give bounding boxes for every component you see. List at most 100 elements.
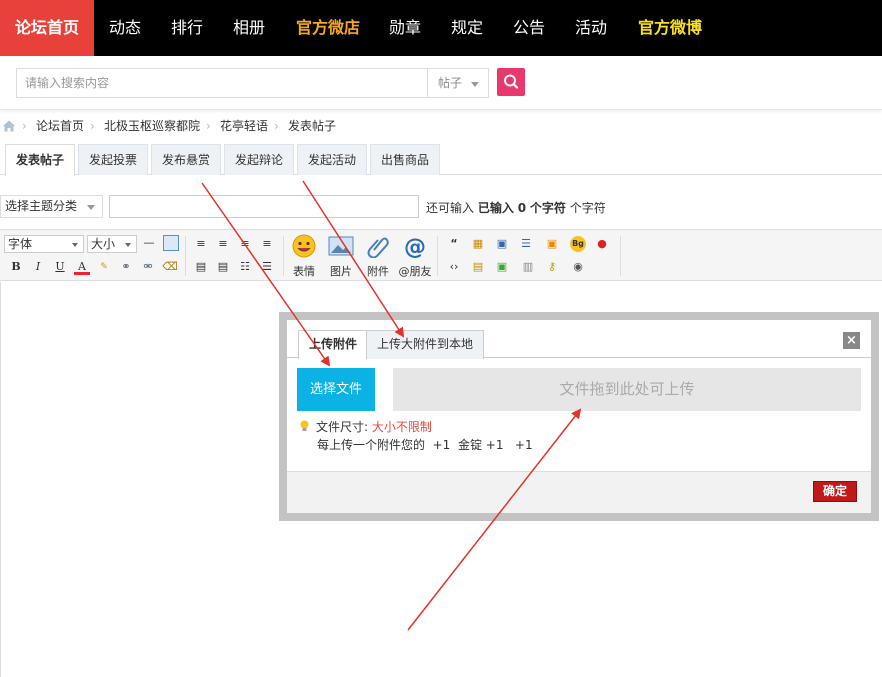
align-justify-icon[interactable]: ≡ [259, 236, 275, 252]
attachment-label: 附件 [367, 265, 389, 278]
breadcrumb-item[interactable]: 论坛首页 [36, 115, 84, 137]
choose-file-button[interactable]: 选择文件 [297, 368, 375, 411]
nav-item-weibo[interactable]: 官方微博 [638, 0, 702, 56]
top-nav: 论坛首页 动态 排行 相册 官方微店 勋章 规定 公告 活动 官方微博 [0, 0, 882, 56]
align-right-icon[interactable]: ≡ [237, 236, 253, 252]
topic-category-label: 选择主题分类 [5, 199, 78, 213]
file-drop-zone[interactable]: 文件拖到此处可上传 [393, 368, 861, 411]
font-family-select[interactable]: 字体 [4, 235, 84, 253]
toolbar-divider [437, 236, 438, 276]
clear-format-icon[interactable]: ⌫ [162, 259, 178, 275]
nav-home[interactable]: 论坛首页 [0, 0, 94, 56]
tab-activity[interactable]: 发起活动 [297, 144, 367, 175]
flash-icon[interactable]: ▥ [520, 259, 536, 275]
mention-button[interactable]: @ @朋友 [397, 234, 433, 279]
lightbulb-icon [300, 420, 309, 431]
tab-reward[interactable]: 发布悬赏 [151, 144, 221, 175]
nav-item-medals[interactable]: 勋章 [389, 0, 421, 56]
font-family-label: 字体 [8, 237, 33, 251]
breadcrumb: › 论坛首页 › 北极玉枢巡察都院 › 花亭轻语 › 发表帖子 [0, 115, 882, 137]
chevron-down-icon [125, 243, 131, 247]
underline-icon[interactable]: U [52, 259, 68, 275]
mention-label: @朋友 [398, 265, 432, 278]
emoticon-label: 表情 [293, 265, 315, 278]
upload-reward-info: 每上传一个附件您的 +1 金锭 +1 +1 [317, 438, 533, 452]
unordered-list-icon[interactable]: ☰ [259, 259, 275, 275]
topic-category-select[interactable]: 选择主题分类 [0, 195, 103, 218]
nav-item-album[interactable]: 相册 [233, 0, 265, 56]
image-label: 图片 [330, 265, 352, 278]
table-icon[interactable] [163, 235, 179, 251]
file-size-label: 文件尺寸: [316, 420, 369, 434]
search-type-label: 帖子 [438, 76, 463, 90]
unlink-icon[interactable]: ⚮ [140, 259, 156, 275]
file-size-info: 文件尺寸: 大小不限制 [299, 418, 432, 435]
tab-new-post[interactable]: 发表帖子 [5, 144, 75, 176]
nav-item-dynamic[interactable]: 动态 [109, 0, 141, 56]
breadcrumb-item[interactable]: 花亭轻语 [220, 115, 268, 137]
tab-sell[interactable]: 出售商品 [370, 144, 440, 175]
paperclip-icon [367, 237, 389, 259]
float-right-icon[interactable]: ▤ [215, 259, 231, 275]
qq-icon[interactable]: ● [594, 236, 610, 252]
post-type-tabs: 发表帖子 发起投票 发布悬赏 发起辩论 发起活动 出售商品 [0, 144, 882, 176]
nav-item-ranking[interactable]: 排行 [171, 0, 203, 56]
emoticon-button[interactable]: 表情 [286, 234, 322, 279]
chevron-down-icon [72, 243, 78, 247]
hint-entered: 已输入 [477, 201, 514, 215]
hint-prefix: 还可输入 [426, 201, 475, 215]
toolbar-divider [283, 236, 284, 276]
dialog-tabbar: 上传附件 上传大附件到本地 × [287, 320, 871, 359]
hint-suffix: 个字符 [569, 201, 606, 215]
chevron-right-icon: › [22, 119, 27, 133]
font-size-label: 大小 [91, 237, 116, 251]
highlight-icon[interactable]: ✎ [96, 259, 112, 275]
breadcrumb-current: 发表帖子 [288, 119, 337, 133]
editor-toolbar: 字体 大小 — B I U A ✎ ⚭ ⚮ ⌫ ≡ ≡ ≡ ≡ ▤ ▤ ☷ ☰ … [0, 229, 882, 281]
tab-poll[interactable]: 发起投票 [78, 144, 148, 175]
float-left-icon[interactable]: ▤ [193, 259, 209, 275]
quote-icon[interactable]: “ [446, 236, 462, 252]
bg-music-icon[interactable]: Bg [570, 236, 586, 252]
post-title-input[interactable] [109, 195, 419, 218]
align-center-icon[interactable]: ≡ [215, 236, 231, 252]
tab-debate[interactable]: 发起辩论 [224, 144, 294, 175]
nav-item-shop[interactable]: 官方微店 [296, 0, 360, 56]
code-icon[interactable]: ‹› [446, 259, 462, 275]
link-icon[interactable]: ⚭ [118, 259, 134, 275]
password-icon[interactable]: ⚷ [544, 259, 560, 275]
font-size-select[interactable]: 大小 [87, 235, 137, 253]
breadcrumb-item[interactable]: 北极玉枢巡察都院 [104, 115, 200, 137]
nav-item-events[interactable]: 活动 [575, 0, 607, 56]
search-type-select[interactable]: 帖子 [428, 68, 489, 98]
nav-item-announcements[interactable]: 公告 [513, 0, 545, 56]
smiley-icon [292, 234, 316, 258]
italic-icon[interactable]: I [30, 259, 46, 275]
index-icon[interactable]: ☰ [518, 236, 534, 252]
hide-content-icon[interactable]: ▦ [470, 236, 486, 252]
attachment-button[interactable]: 附件 [360, 234, 396, 279]
tab-upload-attachment[interactable]: 上传附件 [298, 330, 369, 359]
free-content-icon[interactable]: ▣ [494, 236, 510, 252]
lock-icon[interactable]: ▤ [470, 259, 486, 275]
close-icon[interactable]: × [843, 332, 860, 349]
chevron-right-icon: › [206, 119, 211, 133]
font-color-icon[interactable]: A [74, 259, 90, 275]
image-button[interactable]: 图片 [323, 234, 359, 279]
bold-icon[interactable]: B [8, 259, 24, 275]
align-left-icon[interactable]: ≡ [193, 236, 209, 252]
search-button[interactable] [497, 68, 525, 96]
media-icon[interactable]: ▣ [494, 259, 510, 275]
page-icon[interactable]: ▣ [544, 236, 560, 252]
hint-unit: 个字符 [529, 201, 566, 215]
audio-icon[interactable]: ◉ [570, 259, 586, 275]
tab-upload-big-attachment[interactable]: 上传大附件到本地 [366, 330, 485, 359]
ordered-list-icon[interactable]: ☷ [237, 259, 253, 275]
nav-item-rules[interactable]: 规定 [451, 0, 483, 56]
chevron-right-icon: › [274, 119, 279, 133]
confirm-button[interactable]: 确定 [813, 481, 857, 502]
file-size-limit: 大小不限制 [371, 420, 432, 434]
search-input[interactable]: 请输入搜索内容 [16, 68, 428, 98]
home-icon[interactable] [2, 119, 16, 133]
horizontal-rule-icon[interactable]: — [141, 235, 157, 251]
